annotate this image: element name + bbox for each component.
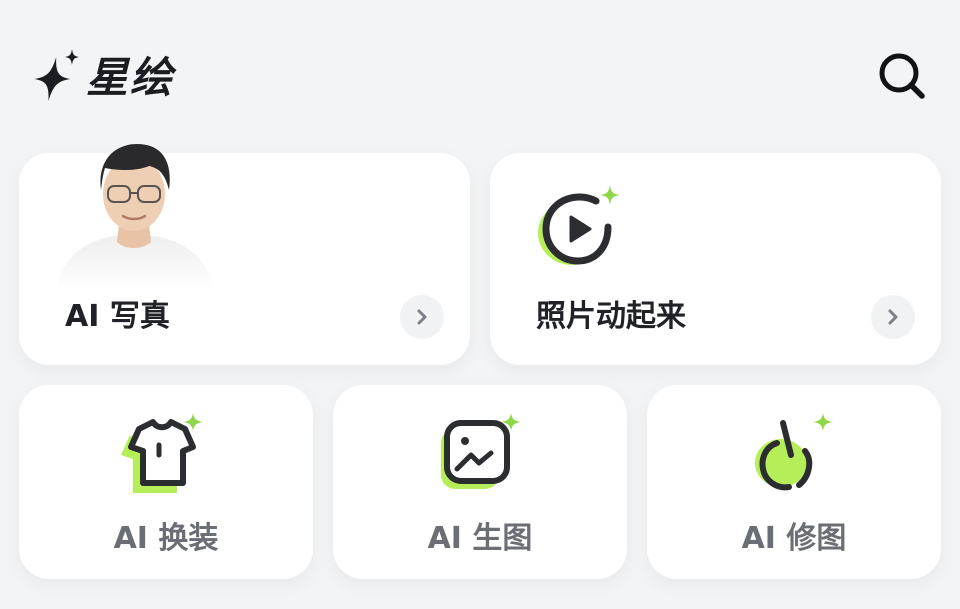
ai-retouch-card[interactable]: AI 修图	[647, 385, 941, 579]
search-button[interactable]	[872, 50, 930, 102]
chevron-right-icon	[417, 309, 427, 325]
photo-animate-card[interactable]: 照片动起来	[490, 153, 941, 365]
play-sparkle-icon	[538, 185, 620, 265]
ai-outfit-label: AI 换装	[113, 521, 219, 556]
search-icon	[879, 53, 925, 99]
ai-retouch-label: AI 修图	[741, 521, 847, 556]
ai-generate-label: AI 生图	[427, 521, 533, 556]
ai-portrait-label: AI 写真	[65, 299, 170, 334]
sparkle-icon	[34, 48, 79, 101]
avatar	[57, 144, 213, 290]
shirt-sparkle-icon	[121, 413, 203, 493]
photo-animate-label: 照片动起来	[536, 299, 686, 334]
image-sparkle-icon	[441, 413, 521, 489]
photo-animate-arrow-button[interactable]	[871, 295, 915, 339]
app-logo: 星绘	[30, 44, 174, 105]
ai-portrait-arrow-button[interactable]	[400, 295, 444, 339]
app-title: 星绘	[86, 53, 175, 102]
chevron-right-icon	[888, 309, 898, 325]
ai-portrait-card[interactable]: AI 写真	[19, 144, 470, 365]
ai-generate-card[interactable]: AI 生图	[333, 385, 627, 579]
ai-outfit-card[interactable]: AI 换装	[19, 385, 313, 579]
retouch-sparkle-icon	[755, 413, 833, 491]
app-header: 星绘	[0, 0, 960, 140]
